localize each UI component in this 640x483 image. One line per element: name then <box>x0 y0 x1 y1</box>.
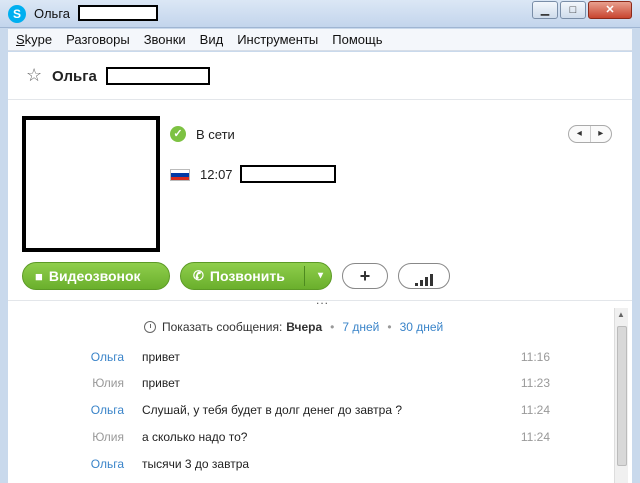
window-controls: ▁ □ ✕ <box>532 1 632 19</box>
close-button[interactable]: ✕ <box>588 1 632 19</box>
menu-skype[interactable]: Skype <box>16 32 52 47</box>
menu-tools[interactable]: Инструменты <box>237 32 318 47</box>
message-sender[interactable]: Ольга <box>48 350 124 364</box>
title-bar: S Ольга ▁ □ ✕ <box>0 0 640 28</box>
message-time: 11:23 <box>520 376 550 390</box>
menu-skype-label: kype <box>24 32 53 47</box>
message-sender[interactable]: Ольга <box>48 403 124 417</box>
redacted-block <box>78 5 158 21</box>
clock-icon <box>144 321 156 333</box>
menu-conversations[interactable]: Разговоры <box>66 32 130 47</box>
call-button[interactable]: ✆ Позвонить ▾ <box>180 262 332 290</box>
message-time: 11:24 <box>520 430 550 444</box>
divider <box>8 300 632 301</box>
window-title: Ольга <box>34 6 71 21</box>
menu-calls[interactable]: Звонки <box>144 32 186 47</box>
add-participant-button[interactable]: + <box>342 263 388 289</box>
message-text: привет <box>142 350 180 364</box>
message-row: Ольга Слушай, у тебя будет в долг денег … <box>8 403 608 423</box>
history-selected[interactable]: Вчера <box>286 320 322 334</box>
avatar[interactable] <box>22 116 160 252</box>
message-text: тысячи 3 до завтра <box>142 457 250 471</box>
local-time: 12:07 <box>200 167 233 182</box>
pager-next-button[interactable]: ▸ <box>589 126 612 142</box>
russia-flag-icon <box>170 169 190 181</box>
message-sender[interactable]: Ольга <box>48 457 124 471</box>
message-time: 11:24 <box>520 403 550 417</box>
video-call-label: Видеозвонок <box>48 268 141 284</box>
message-row: Юлия привет 11:23 <box>8 376 608 396</box>
flag-stripe-red <box>171 176 189 180</box>
history-label: Показать сообщения: <box>162 320 283 334</box>
signal-bar <box>420 279 423 286</box>
history-30-days-link[interactable]: 30 дней <box>400 320 444 334</box>
message-text: привет <box>142 376 180 390</box>
message-row: Ольга тысячи 3 до завтра <box>8 457 608 477</box>
history-separator: • <box>387 320 392 334</box>
scroll-up-arrow-icon[interactable]: ▲ <box>617 310 625 319</box>
menu-bar: Skype Разговоры Звонки Вид Инструменты П… <box>8 29 632 51</box>
contact-name: Ольга <box>52 68 97 85</box>
call-label: Позвонить <box>209 268 285 284</box>
video-camera-icon: ■ <box>35 268 43 284</box>
message-text: а сколько надо то? <box>142 430 248 444</box>
history-filter: Показать сообщения: Вчера • 7 дней • 30 … <box>144 320 443 334</box>
history-separator: • <box>330 320 335 334</box>
message-text: Слушай, у тебя будет в долг денег до зав… <box>142 403 403 417</box>
skype-icon: S <box>8 5 26 23</box>
favorite-star-icon[interactable]: ☆ <box>26 66 42 84</box>
redacted-block <box>106 67 210 85</box>
redacted-block <box>240 165 336 183</box>
call-options-chevron-icon[interactable]: ▾ <box>318 270 323 281</box>
conversation-pane: ☆ Ольга ✓ В сети 12:07 ◂ ▸ ■ Видеозвонок… <box>8 52 632 483</box>
scroll-thumb[interactable] <box>617 326 627 466</box>
minimize-button[interactable]: ▁ <box>532 1 558 19</box>
profile-pager: ◂ ▸ <box>568 125 612 143</box>
menu-help[interactable]: Помощь <box>332 32 382 47</box>
menu-skype-mnemonic: S <box>16 32 25 47</box>
call-quality-button[interactable] <box>398 263 450 289</box>
contact-header: ☆ Ольга <box>8 52 632 100</box>
menu-view[interactable]: Вид <box>200 32 224 47</box>
status-text: В сети <box>196 127 235 142</box>
signal-bar <box>430 273 433 286</box>
signal-bar <box>425 276 428 286</box>
message-sender[interactable]: Юлия <box>48 430 124 444</box>
pager-prev-button[interactable]: ◂ <box>569 126 590 142</box>
phone-icon: ✆ <box>193 268 204 283</box>
call-button-divider <box>304 266 305 286</box>
video-call-button[interactable]: ■ Видеозвонок <box>22 262 170 290</box>
signal-bar <box>415 282 418 286</box>
message-row: Ольга привет 11:16 <box>8 350 608 370</box>
history-7-days-link[interactable]: 7 дней <box>342 320 379 334</box>
message-row: Юлия а сколько надо то? 11:24 <box>8 430 608 450</box>
online-status-icon: ✓ <box>170 126 186 142</box>
maximize-button[interactable]: □ <box>560 1 586 19</box>
chat-scrollbar[interactable]: ▲ <box>614 308 628 483</box>
signal-bars-icon <box>415 272 433 286</box>
message-sender[interactable]: Юлия <box>48 376 124 390</box>
message-time: 11:16 <box>520 350 550 364</box>
